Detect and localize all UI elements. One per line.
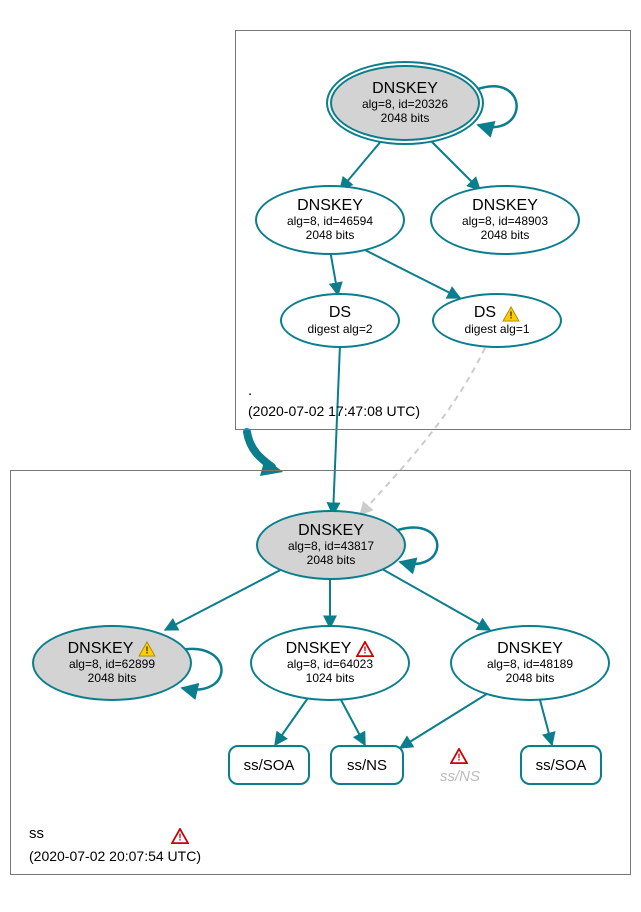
record-ns-ghost: ss/NS — [440, 768, 480, 785]
warning-icon-red: ! — [450, 748, 468, 764]
node-title: DNSKEY — [497, 640, 563, 658]
node-title: DS — [329, 304, 351, 322]
node-title: DNSKEY — [68, 640, 134, 658]
zone-root-ts: (2020-07-02 17:47:08 UTC) — [248, 403, 420, 419]
node-root-zsk2: DNSKEY alg=8, id=48903 2048 bits — [430, 185, 580, 255]
zone-root-label: . — [248, 382, 252, 399]
node-root-zsk1: DNSKEY alg=8, id=46594 2048 bits — [255, 185, 405, 255]
node-ss-ksk: DNSKEY alg=8, id=43817 2048 bits — [256, 510, 406, 580]
zone-ss-ts: (2020-07-02 20:07:54 UTC) — [29, 848, 201, 864]
svg-text:!: ! — [364, 646, 367, 657]
node-line1: digest alg=2 — [307, 323, 372, 337]
warning-icon-yellow: ! — [138, 641, 156, 657]
svg-text:!: ! — [178, 832, 181, 843]
node-title: DNSKEY — [298, 522, 364, 540]
record-ns1: ss/NS — [330, 745, 404, 785]
node-title: DNSKEY — [372, 80, 438, 98]
node-ds1: DS digest alg=2 — [280, 293, 400, 348]
svg-text:!: ! — [509, 310, 512, 321]
node-line1: alg=8, id=48903 — [462, 215, 548, 229]
node-title: DS — [474, 304, 496, 322]
zone-ss-label: ss — [29, 825, 44, 842]
node-line1: alg=8, id=20326 — [362, 98, 448, 112]
warning-icon-yellow: ! — [502, 306, 520, 322]
node-line1: alg=8, id=46594 — [287, 215, 373, 229]
node-root-ksk: DNSKEY alg=8, id=20326 2048 bits — [330, 65, 480, 141]
record-soa2: ss/SOA — [520, 745, 602, 785]
node-title: DNSKEY — [472, 197, 538, 215]
node-ss-key3: DNSKEY alg=8, id=48189 2048 bits — [450, 625, 610, 701]
node-line2: 2048 bits — [506, 672, 555, 686]
node-line1: digest alg=1 — [464, 323, 529, 337]
node-ss-key1: DNSKEY ! alg=8, id=62899 2048 bits — [32, 625, 192, 701]
warning-icon-red: ! — [356, 641, 374, 657]
node-line1: alg=8, id=64023 — [287, 658, 373, 672]
node-line2: 2048 bits — [307, 554, 356, 568]
node-line2: 2048 bits — [381, 112, 430, 126]
node-line1: alg=8, id=43817 — [288, 540, 374, 554]
node-line1: alg=8, id=62899 — [69, 658, 155, 672]
node-ds2: DS ! digest alg=1 — [432, 293, 562, 348]
node-line1: alg=8, id=48189 — [487, 658, 573, 672]
node-title: DNSKEY — [297, 197, 363, 215]
node-title: DNSKEY — [286, 640, 352, 658]
svg-text:!: ! — [457, 752, 460, 763]
node-line2: 1024 bits — [306, 672, 355, 686]
node-line2: 2048 bits — [481, 229, 530, 243]
svg-text:!: ! — [146, 646, 149, 657]
warning-icon-red: ! — [171, 828, 189, 844]
node-line2: 2048 bits — [306, 229, 355, 243]
record-soa1: ss/SOA — [228, 745, 310, 785]
node-ss-key2: DNSKEY ! alg=8, id=64023 1024 bits — [250, 625, 410, 701]
node-line2: 2048 bits — [88, 672, 137, 686]
